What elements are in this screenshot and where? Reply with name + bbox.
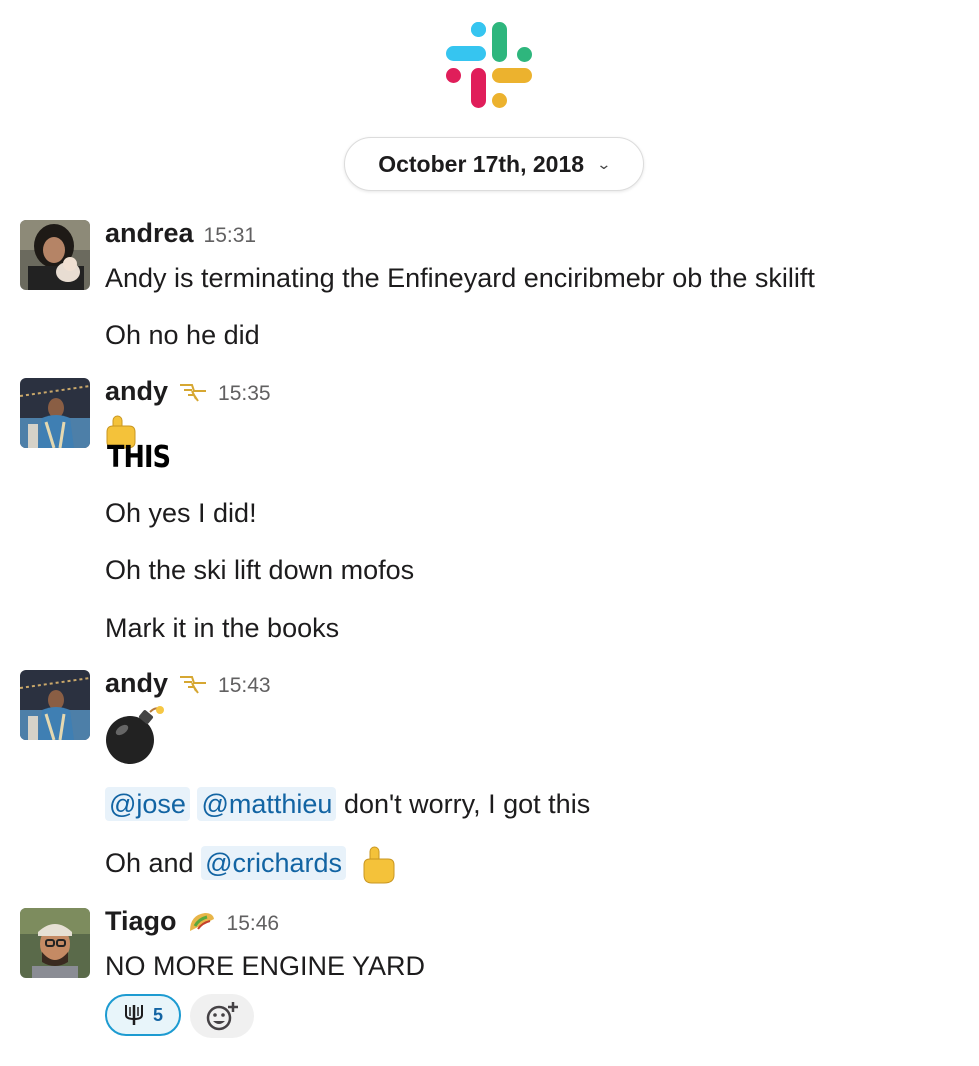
sender-name[interactable]: andy (105, 668, 168, 699)
mention-matthieu[interactable]: @matthieu (197, 787, 337, 821)
chevron-down-icon: ⌄ (596, 155, 612, 172)
message-header: Tiago 15:46 (105, 906, 279, 937)
avatar-andy[interactable] (20, 670, 90, 740)
message-text-fragment: Oh and (105, 848, 202, 879)
message-text: @jose @matthieu don't worry, I got this (105, 786, 590, 822)
message-text: Oh the ski lift down mofos (105, 555, 415, 585)
sender-name[interactable]: Tiago (105, 906, 177, 937)
avatar-andrea[interactable] (20, 220, 90, 290)
message-text: Mark it in the books (105, 613, 340, 643)
message-text: Oh no he did (105, 320, 260, 350)
timestamp[interactable]: 15:35 (218, 382, 271, 406)
sender-name[interactable]: andy (105, 376, 168, 407)
sender-name[interactable]: andrea (105, 218, 194, 249)
message-text: Oh and @crichards (105, 845, 396, 885)
add-reaction-icon (206, 1002, 238, 1031)
message-text: Oh yes I did! (105, 498, 257, 528)
timestamp[interactable]: 15:31 (204, 224, 257, 248)
avatar-andy[interactable] (20, 378, 90, 448)
message-text: Andy is terminating the Enfineyard encir… (105, 263, 815, 293)
custom-emoji-text: THIS (107, 440, 171, 475)
message-text-fragment: don't worry, I got this (336, 789, 591, 819)
message-text: NO MORE ENGINE YARD (105, 951, 426, 981)
reaction-button[interactable]: 5 (105, 994, 181, 1036)
timestamp[interactable]: 15:46 (227, 912, 280, 936)
slack-logo-icon (446, 22, 532, 108)
trident-icon (124, 1005, 143, 1025)
airline-wings-icon[interactable] (178, 381, 208, 403)
mention-crichards[interactable]: @crichards (201, 846, 347, 881)
reaction-count: 5 (152, 1004, 163, 1025)
date-label: October 17th, 2018 (378, 150, 585, 177)
message-header: andy 15:43 (105, 668, 271, 699)
timestamp[interactable]: 15:43 (218, 674, 271, 698)
date-divider-button[interactable]: October 17th, 2018 ⌄ (344, 137, 644, 191)
mention-jose[interactable]: @jose (105, 787, 190, 821)
avatar-tiago[interactable] (20, 908, 90, 978)
bomb-icon (106, 706, 164, 764)
taco-icon[interactable] (187, 909, 217, 935)
pointing-up-icon (363, 846, 395, 884)
add-reaction-button[interactable] (190, 994, 254, 1038)
message-header: andrea 15:31 (105, 218, 256, 249)
airline-wings-icon[interactable] (178, 673, 208, 695)
message-header: andy 15:35 (105, 376, 271, 407)
